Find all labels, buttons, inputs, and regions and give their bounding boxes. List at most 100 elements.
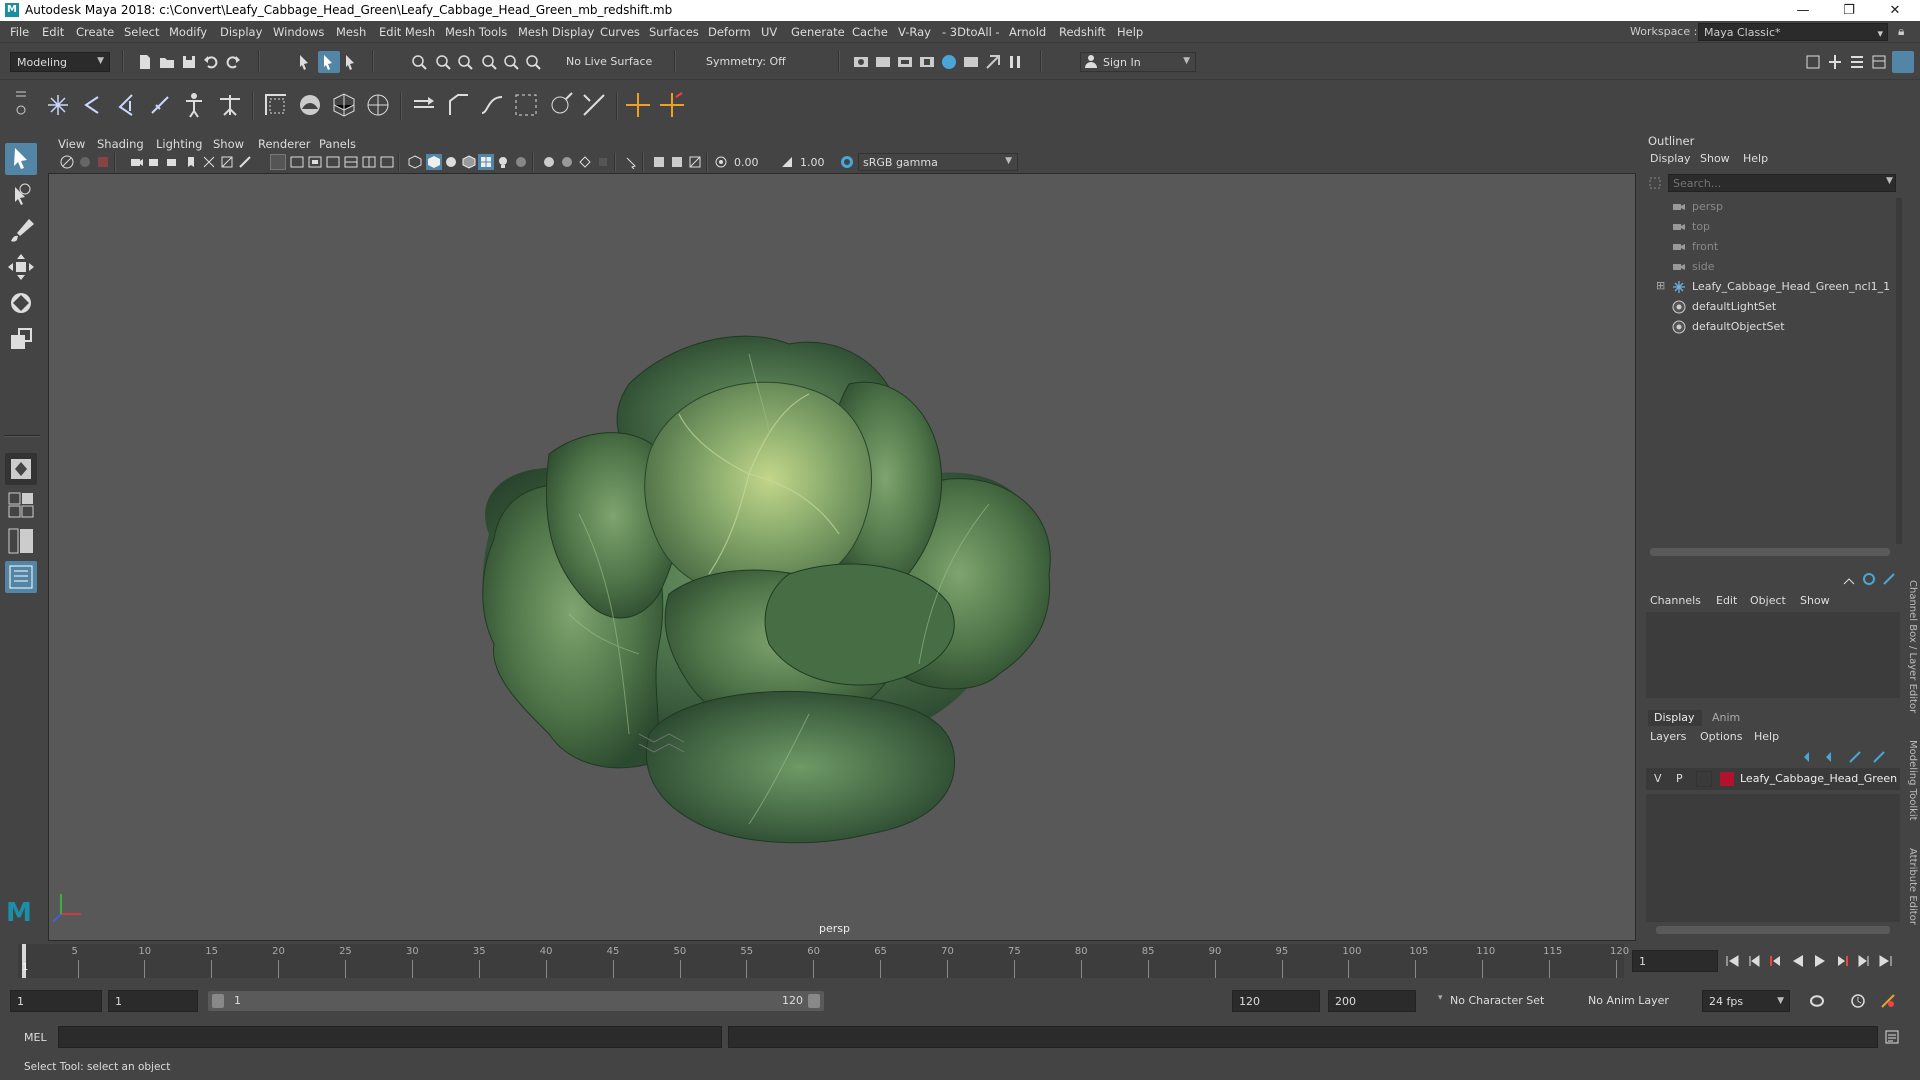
menu-set-dropdown[interactable]: Modeling ▼	[10, 52, 110, 72]
shelf-settings-icon[interactable]	[14, 88, 28, 118]
menu-curves[interactable]: Curves	[600, 25, 640, 39]
gamma-value[interactable]: 1.00	[800, 156, 825, 169]
script-editor-icon[interactable]	[1884, 1029, 1900, 1045]
play-backwards-icon[interactable]	[1790, 953, 1806, 969]
select-component-icon[interactable]	[342, 53, 360, 71]
channel-box-layer-editor-toggle[interactable]	[1892, 51, 1914, 73]
gamma-icon[interactable]	[780, 155, 794, 169]
outliner-menu-show[interactable]: Show	[1700, 152, 1730, 165]
attribute-editor-icon[interactable]	[1826, 53, 1844, 71]
snap-projected-center-icon[interactable]	[524, 53, 542, 71]
workspace-dropdown[interactable]: Maya Classic* ▾	[1698, 23, 1888, 41]
shadows-icon[interactable]	[514, 155, 528, 169]
open-scene-icon[interactable]	[158, 53, 176, 71]
outliner-layout-button[interactable]	[5, 561, 37, 593]
channels-menu-object[interactable]: Object	[1750, 594, 1786, 607]
range-slider-end-handle[interactable]	[808, 994, 820, 1008]
outliner-horizontal-scrollbar[interactable]	[1650, 548, 1890, 556]
animation-end-field[interactable]: 200	[1328, 990, 1416, 1012]
scale-tool-button[interactable]	[5, 323, 37, 355]
grid-toggle-icon[interactable]	[202, 155, 216, 169]
layer-menu-layers[interactable]: Layers	[1650, 730, 1686, 743]
range-slider[interactable]: 1 120	[208, 991, 824, 1011]
screen-space-ao-icon[interactable]	[542, 155, 556, 169]
side-tab-modeling-toolkit[interactable]: Modeling Toolkit	[1907, 740, 1918, 821]
step-back-frame-icon[interactable]	[1768, 953, 1784, 969]
current-frame-field[interactable]: 1	[1632, 950, 1718, 972]
sculpt-deformer-icon[interactable]	[546, 91, 574, 119]
layer-tab-anim[interactable]: Anim	[1712, 711, 1740, 724]
auto-key-icon[interactable]	[1850, 993, 1866, 1009]
motion-blur-icon[interactable]	[560, 155, 574, 169]
wire-deformer-icon[interactable]	[478, 91, 506, 119]
render-frame-icon[interactable]	[874, 53, 892, 71]
menu-mesh[interactable]: Mesh	[336, 25, 366, 39]
outliner-vertical-scrollbar[interactable]	[1896, 198, 1902, 544]
perspective-viewport[interactable]: persp	[48, 173, 1636, 941]
pause-icon[interactable]	[1006, 53, 1024, 71]
snap-point-icon[interactable]	[456, 53, 474, 71]
symmetry-field[interactable]: Symmetry: Off	[700, 52, 800, 72]
select-hierarchy-icon[interactable]	[296, 53, 314, 71]
bind-skin-icon[interactable]	[262, 91, 290, 119]
safe-action-icon[interactable]	[308, 155, 322, 169]
outliner-menu-help[interactable]: Help	[1743, 152, 1768, 165]
lattice-icon[interactable]	[330, 91, 358, 119]
new-layer-selected-icon[interactable]	[1872, 750, 1886, 764]
camera-bookmark-icon[interactable]	[184, 155, 198, 169]
move-layer-down-icon[interactable]	[1824, 750, 1838, 764]
channels-menu-channels[interactable]: Channels	[1650, 594, 1701, 607]
wrap-deformer-icon[interactable]	[512, 91, 540, 119]
isolate-select-icon[interactable]	[380, 155, 394, 169]
animation-preferences-icon[interactable]	[1880, 993, 1896, 1009]
filter-icon[interactable]	[1648, 176, 1662, 190]
2d-pan-zoom-icon[interactable]	[148, 155, 162, 169]
layer-visibility-toggle[interactable]: V	[1654, 772, 1662, 785]
exposure-icon[interactable]	[714, 155, 728, 169]
menu-edit[interactable]: Edit	[42, 25, 64, 39]
wireframe-icon[interactable]	[408, 155, 422, 169]
save-scene-icon[interactable]	[180, 53, 198, 71]
playback-end-field[interactable]: 120	[1232, 990, 1320, 1012]
lock-icon[interactable]: 🔒︎	[1898, 24, 1904, 39]
menu-deform[interactable]: Deform	[708, 25, 751, 39]
panel-menu-view[interactable]: View	[58, 137, 85, 151]
menu-mesh-display[interactable]: Mesh Display	[518, 25, 594, 39]
new-scene-icon[interactable]	[136, 53, 154, 71]
menu-generate[interactable]: Generate	[791, 25, 845, 39]
step-forward-key-icon[interactable]	[1856, 953, 1872, 969]
time-slider-track[interactable]	[18, 944, 1624, 978]
xray-icon[interactable]	[652, 155, 666, 169]
joint-tool-icon[interactable]	[46, 93, 70, 117]
go-to-end-icon[interactable]	[1878, 953, 1894, 969]
use-all-lights-icon[interactable]	[496, 155, 510, 169]
panel-menu-panels[interactable]: Panels	[319, 137, 356, 151]
channels-menu-show[interactable]: Show	[1800, 594, 1830, 607]
snap-view-plane-icon[interactable]	[480, 53, 498, 71]
anim-layer-dropdown[interactable]: No Anim Layer	[1582, 990, 1692, 1012]
locator-icon[interactable]	[624, 91, 652, 119]
menu-3dtoall[interactable]: - 3DtoAll -	[942, 25, 1000, 39]
skeleton-icon[interactable]	[216, 91, 244, 119]
select-camera-icon[interactable]	[60, 155, 74, 169]
channel-box-settings-icon[interactable]	[1882, 572, 1896, 586]
color-management-icon[interactable]	[840, 155, 854, 169]
xray-joints-icon[interactable]	[670, 155, 684, 169]
bookmark-icon[interactable]	[96, 155, 110, 169]
quick-rig-icon[interactable]	[148, 93, 172, 117]
layer-menu-options[interactable]: Options	[1700, 730, 1742, 743]
menu-redshift[interactable]: Redshift	[1059, 25, 1106, 39]
menu-modify[interactable]: Modify	[169, 25, 207, 39]
channel-box-options-icon[interactable]	[1842, 572, 1856, 586]
menu-file[interactable]: File	[10, 25, 29, 39]
live-surface-field[interactable]: No Live Surface	[560, 52, 662, 72]
step-back-key-icon[interactable]	[1746, 953, 1762, 969]
panel-menu-renderer[interactable]: Renderer	[258, 137, 311, 151]
menu-arnold[interactable]: Arnold	[1009, 25, 1046, 39]
side-tab-attribute-editor[interactable]: Attribute Editor	[1907, 848, 1918, 925]
menu-surfaces[interactable]: Surfaces	[649, 25, 699, 39]
single-perspective-layout-button[interactable]	[5, 453, 37, 485]
menu-vray[interactable]: V-Ray	[898, 25, 931, 39]
persp-outliner-layout-button[interactable]	[5, 525, 37, 557]
view-transform-dropdown[interactable]: sRGB gamma ▼	[858, 153, 1018, 171]
